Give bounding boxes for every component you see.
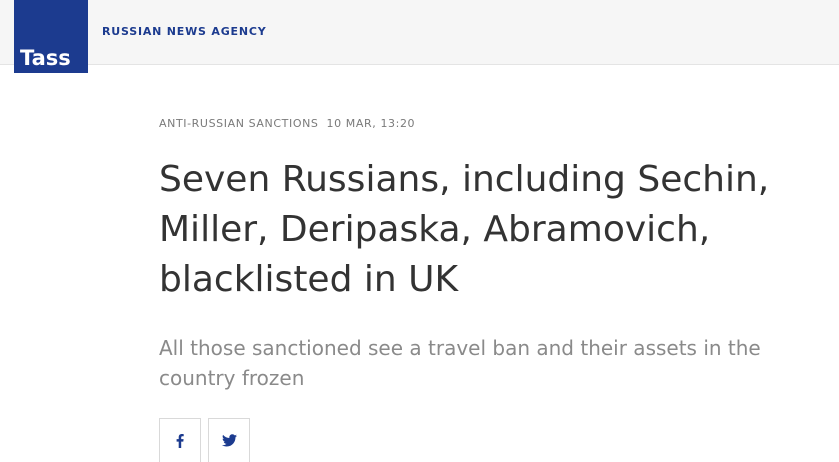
article-lead: All those sanctioned see a travel ban an… [159, 336, 761, 390]
share-facebook-button[interactable] [159, 418, 201, 462]
article-title: Seven Russians, including Sechin, Miller… [159, 159, 770, 300]
category-link[interactable]: ANTI-RUSSIAN SANCTIONS [159, 117, 319, 130]
site-header: Tass RUSSIAN NEWS AGENCY [0, 0, 839, 73]
twitter-icon [221, 434, 237, 447]
article-date: 10 MAR, 13:20 [326, 117, 416, 130]
agency-label: RUSSIAN NEWS AGENCY [102, 25, 267, 38]
logo-text: Tass [20, 46, 71, 70]
article-meta: ANTI-RUSSIAN SANCTIONS 10 MAR, 13:20 [159, 117, 415, 130]
facebook-icon [176, 433, 184, 448]
tass-logo[interactable]: Tass [14, 0, 88, 73]
share-twitter-button[interactable] [208, 418, 250, 462]
